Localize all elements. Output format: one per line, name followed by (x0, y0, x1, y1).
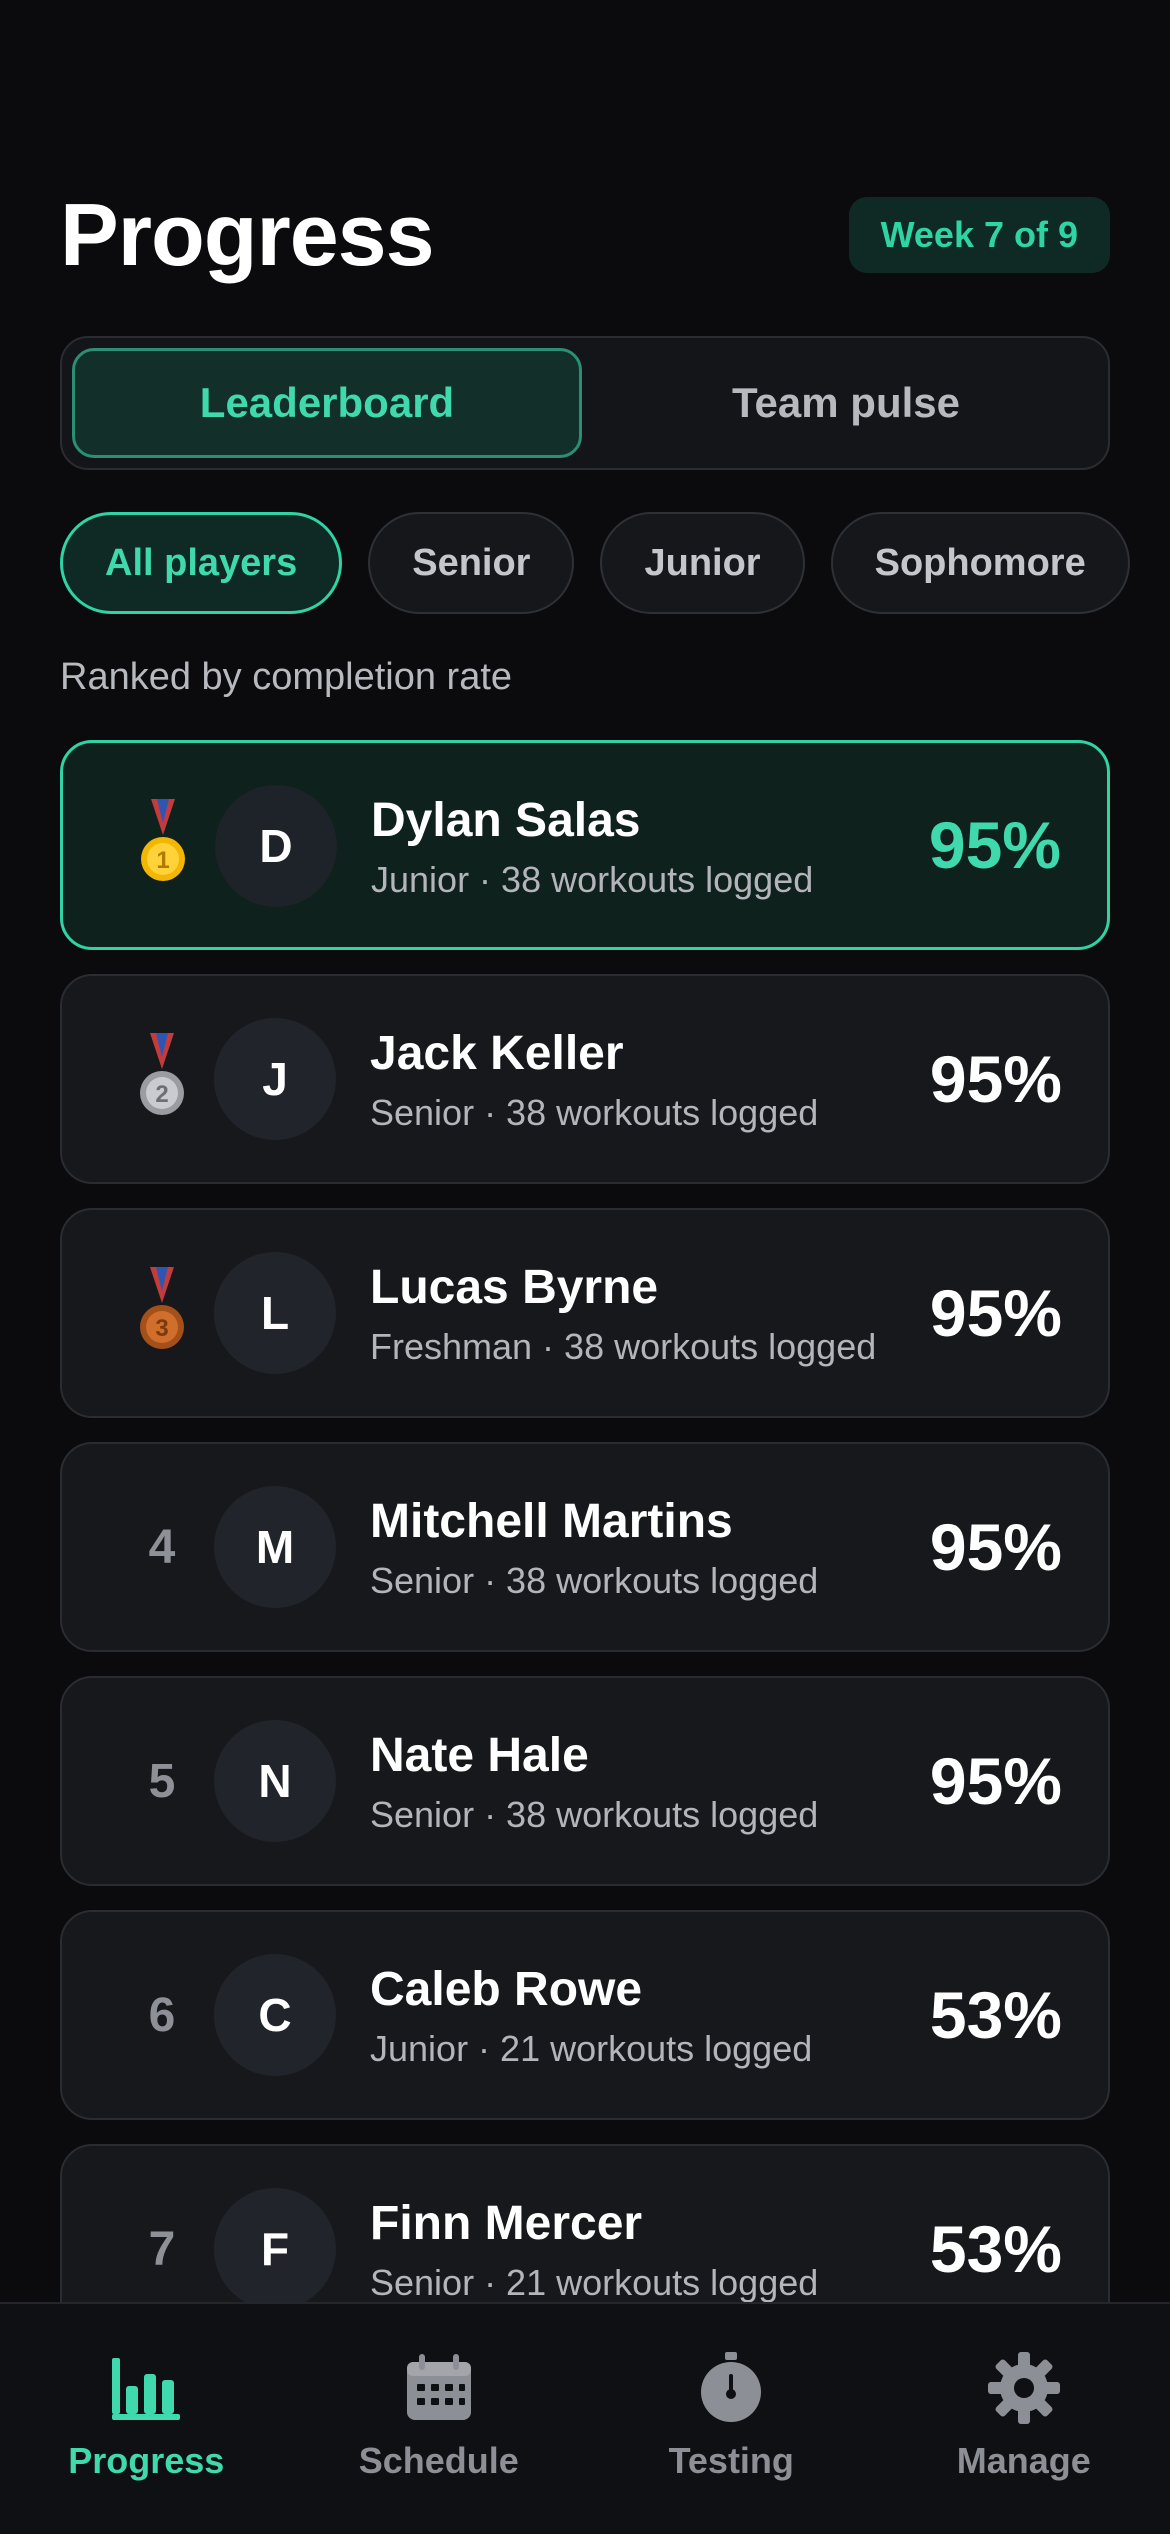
player-subtitle: Senior · 21 workouts logged (370, 2262, 818, 2304)
rank-cell: 1 (123, 743, 203, 947)
avatar: J (214, 1018, 336, 1140)
completion-percent: 95% (930, 1444, 1062, 1650)
leaderboard-row[interactable]: 1 D Dylan Salas Junior · 38 workouts log… (60, 740, 1110, 950)
completion-percent: 53% (930, 1912, 1062, 2118)
avatar: D (215, 785, 337, 907)
avatar: L (214, 1252, 336, 1374)
nav-label: Progress (68, 2440, 224, 2482)
player-name: Mitchell Martins (370, 1494, 733, 1549)
svg-text:1: 1 (156, 847, 169, 874)
filter-sophomore[interactable]: Sophomore (831, 512, 1130, 614)
rank-number: 4 (122, 1444, 202, 1650)
page-header: Progress Week 7 of 9 (60, 180, 1110, 290)
bar-chart-icon (106, 2348, 186, 2428)
rank-number: 6 (122, 1912, 202, 2118)
player-name: Finn Mercer (370, 2196, 642, 2251)
rank-number: 5 (122, 1678, 202, 1884)
avatar: M (214, 1486, 336, 1608)
leaderboard-row[interactable]: 6 C Caleb Rowe Junior · 21 workouts logg… (60, 1910, 1110, 2120)
player-subtitle: Senior · 38 workouts logged (370, 1092, 818, 1134)
filter-all-players[interactable]: All players (60, 512, 342, 614)
player-name: Jack Keller (370, 1026, 624, 1081)
class-filter-chips: All players Senior Junior Sophomore (60, 512, 1130, 614)
gear-icon (984, 2348, 1064, 2428)
completion-percent: 95% (930, 1210, 1062, 1416)
avatar: C (214, 1954, 336, 2076)
player-subtitle: Senior · 38 workouts logged (370, 1794, 818, 1836)
tab-leaderboard[interactable]: Leaderboard (72, 348, 582, 458)
player-name: Lucas Byrne (370, 1260, 658, 1315)
leaderboard-row[interactable]: 4 M Mitchell Martins Senior · 38 workout… (60, 1442, 1110, 1652)
player-name: Nate Hale (370, 1728, 589, 1783)
nav-schedule[interactable]: Schedule (293, 2304, 586, 2534)
stopwatch-icon (691, 2348, 771, 2428)
rank-cell: 2 (122, 976, 202, 1182)
nav-progress[interactable]: Progress (0, 2304, 293, 2534)
nav-label: Manage (957, 2440, 1091, 2482)
completion-percent: 95% (930, 1678, 1062, 1884)
bronze-medal-icon: 3 (132, 1263, 192, 1363)
leaderboard-row[interactable]: 5 N Nate Hale Senior · 38 workouts logge… (60, 1676, 1110, 1886)
tab-team-pulse[interactable]: Team pulse (594, 348, 1098, 458)
player-subtitle: Senior · 38 workouts logged (370, 1560, 818, 1602)
nav-testing[interactable]: Testing (585, 2304, 878, 2534)
filter-senior[interactable]: Senior (368, 512, 574, 614)
leaderboard-row[interactable]: 3 L Lucas Byrne Freshman · 38 workouts l… (60, 1208, 1110, 1418)
player-name: Caleb Rowe (370, 1962, 642, 2017)
nav-manage[interactable]: Manage (878, 2304, 1170, 2534)
player-subtitle: Junior · 21 workouts logged (370, 2028, 812, 2070)
player-name: Dylan Salas (371, 793, 640, 848)
completion-percent: 95% (930, 976, 1062, 1182)
week-badge: Week 7 of 9 (849, 197, 1110, 273)
nav-label: Testing (669, 2440, 794, 2482)
gold-medal-icon: 1 (133, 795, 193, 895)
view-switcher: Leaderboard Team pulse (60, 336, 1110, 470)
rank-cell: 3 (122, 1210, 202, 1416)
ranked-caption: Ranked by completion rate (60, 656, 512, 699)
player-subtitle: Freshman · 38 workouts logged (370, 1326, 876, 1368)
bottom-tab-bar: Progress Schedule Testing (0, 2302, 1170, 2534)
svg-text:2: 2 (155, 1081, 168, 1108)
nav-label: Schedule (359, 2440, 519, 2482)
page-title: Progress (60, 184, 434, 286)
filter-junior[interactable]: Junior (600, 512, 804, 614)
silver-medal-icon: 2 (132, 1029, 192, 1129)
avatar: F (214, 2188, 336, 2310)
leaderboard-list: 1 D Dylan Salas Junior · 38 workouts log… (60, 740, 1110, 2378)
player-subtitle: Junior · 38 workouts logged (371, 859, 813, 901)
svg-text:3: 3 (155, 1315, 168, 1342)
calendar-icon (399, 2348, 479, 2428)
avatar: N (214, 1720, 336, 1842)
leaderboard-row[interactable]: 2 J Jack Keller Senior · 38 workouts log… (60, 974, 1110, 1184)
completion-percent: 95% (929, 743, 1061, 947)
